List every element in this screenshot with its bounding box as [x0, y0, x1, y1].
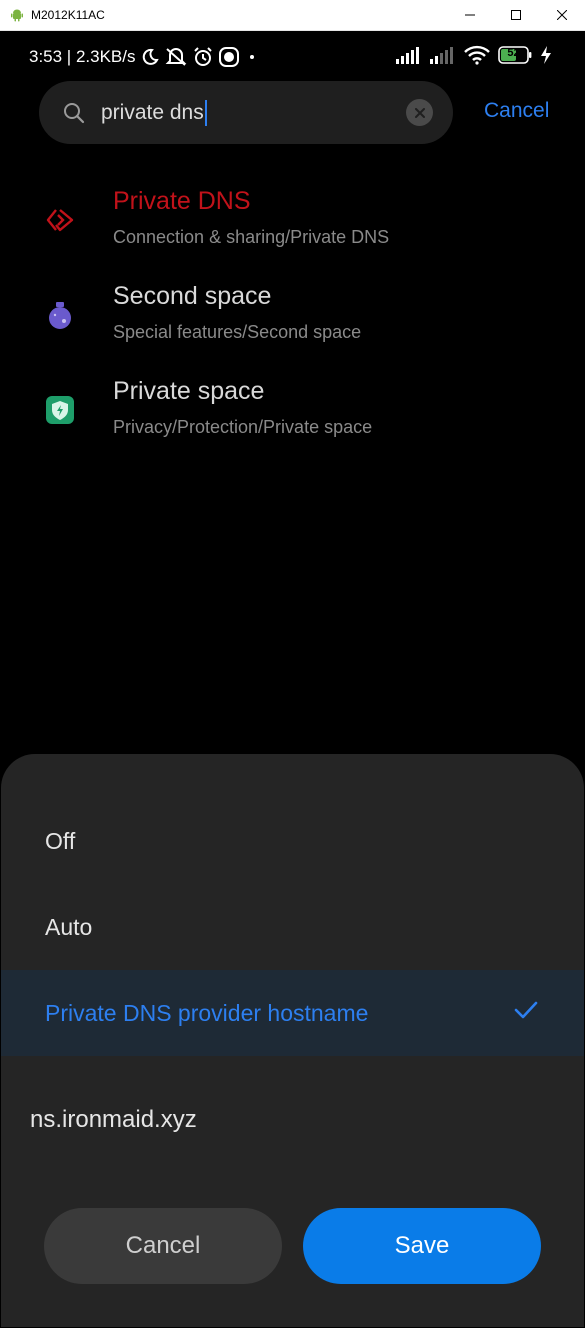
moon-icon — [143, 48, 160, 65]
signal-icon — [396, 47, 419, 64]
result-subtitle: Connection & sharing/Private DNS — [113, 227, 390, 247]
search-input[interactable]: private dns — [101, 101, 204, 125]
second-space-icon — [49, 302, 71, 329]
alarm-icon — [194, 47, 213, 66]
result-private-dns[interactable]: Private DNS Connection & sharing/Private… — [1, 183, 584, 271]
signal-weak-icon — [430, 47, 453, 64]
result-title: Private DNS — [113, 187, 251, 215]
hostname-input[interactable]: ns.ironmaid.xyz — [30, 1106, 197, 1134]
cancel-button[interactable]: Cancel — [44, 1208, 282, 1284]
search-cancel-button[interactable]: Cancel — [484, 99, 549, 123]
close-button[interactable] — [539, 0, 585, 31]
record-icon — [219, 47, 240, 67]
option-label: Off — [45, 827, 76, 854]
wifi-icon — [464, 45, 490, 65]
minimize-icon — [465, 14, 475, 16]
status-time-speed: 3:53 | 2.3KB/s — [29, 47, 136, 66]
result-subtitle: Privacy/Protection/Private space — [113, 417, 373, 437]
status-bar: 3:53 | 2.3KB/s 52 — [1, 31, 584, 83]
search-bar[interactable]: private dns — [39, 81, 453, 144]
option-label: Private DNS provider hostname — [45, 999, 369, 1026]
battery-level: 52 — [507, 47, 520, 59]
clear-search-button[interactable] — [406, 99, 433, 126]
result-subtitle: Special features/Second space — [113, 322, 362, 342]
result-second-space[interactable]: Second space Special features/Second spa… — [1, 278, 584, 366]
muted-bell-icon — [166, 48, 187, 66]
close-icon — [557, 10, 567, 20]
save-button[interactable]: Save — [303, 1208, 541, 1284]
phone-screen: 3:53 | 2.3KB/s 52 private dns Cancel Pri… — [1, 31, 584, 1327]
option-auto[interactable]: Auto — [1, 884, 584, 970]
result-title: Private space — [113, 377, 265, 405]
result-title: Second space — [113, 282, 272, 310]
android-icon — [11, 9, 23, 22]
private-dns-dialog: Off Auto Private DNS provider hostname n… — [1, 754, 584, 1327]
result-private-space[interactable]: Private space Privacy/Protection/Private… — [1, 373, 584, 461]
dot-icon — [250, 55, 255, 59]
private-dns-icon — [46, 209, 74, 232]
option-off[interactable]: Off — [1, 798, 584, 884]
maximize-button[interactable] — [493, 0, 539, 31]
shield-icon — [46, 396, 74, 424]
window-titlebar: M2012K11AC — [0, 0, 585, 31]
checkmark-icon — [514, 1001, 538, 1019]
option-label: Auto — [45, 913, 93, 940]
window-title: M2012K11AC — [31, 8, 105, 22]
close-icon — [414, 107, 425, 118]
charging-icon — [541, 46, 551, 64]
text-cursor — [204, 99, 207, 126]
maximize-icon — [511, 10, 521, 20]
search-icon — [64, 102, 85, 123]
minimize-button[interactable] — [447, 0, 493, 31]
option-provider-hostname[interactable]: Private DNS provider hostname — [1, 970, 584, 1056]
battery-icon: 52 — [498, 46, 532, 64]
